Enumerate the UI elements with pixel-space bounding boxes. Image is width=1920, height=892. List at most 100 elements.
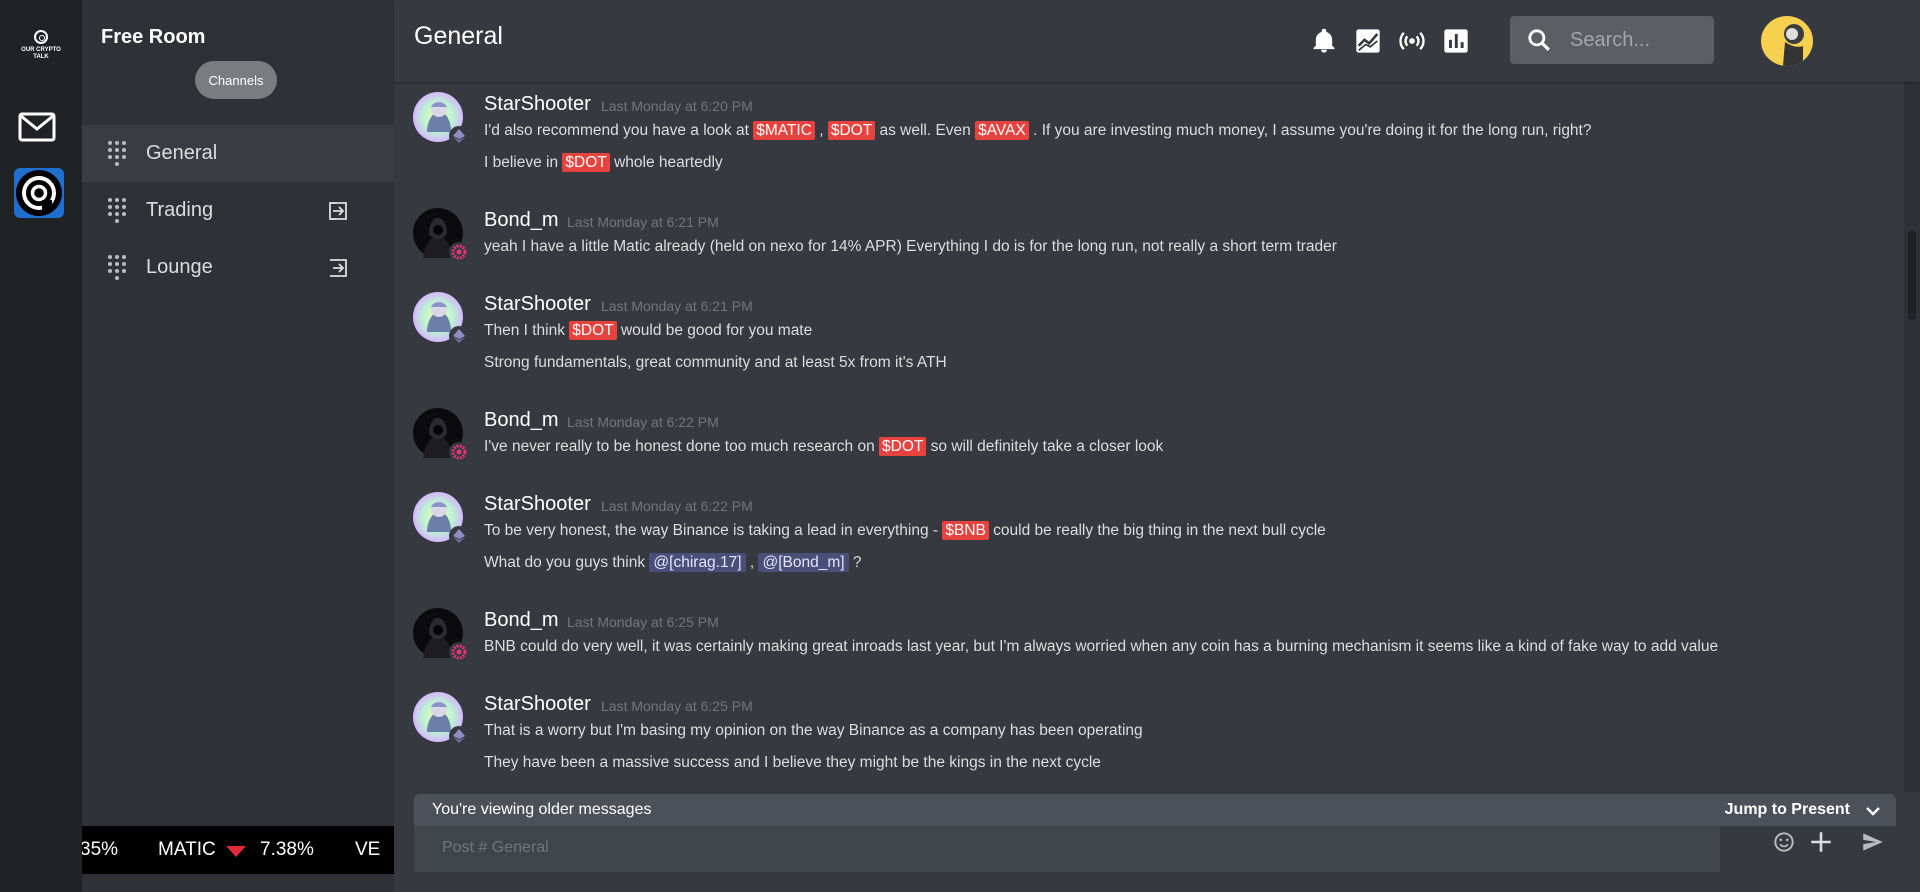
ethereum-badge-icon xyxy=(449,526,469,546)
grip-icon xyxy=(108,140,126,166)
message-text: They have been a massive success and I b… xyxy=(484,754,1101,771)
server-rail: OUR CRYPTO TALK xyxy=(0,0,82,892)
message-item: StarShooter Last Monday at 6:20 PM I'd a… xyxy=(394,82,1904,172)
coin-tag[interactable]: $DOT xyxy=(562,153,610,172)
app-logo-text: OUR CRYPTO TALK xyxy=(21,47,61,60)
message-text: yeah I have a little Matic already (held… xyxy=(484,238,1337,255)
avatar[interactable] xyxy=(413,292,469,346)
message-line: I've never really to be honest done too … xyxy=(484,437,1163,456)
message-timestamp: Last Monday at 6:20 PM xyxy=(601,98,753,114)
message-author[interactable]: Bond_m xyxy=(484,209,559,232)
broadcast-icon[interactable] xyxy=(1398,27,1426,55)
message-scrollbar[interactable] xyxy=(1904,82,1920,792)
price-ticker: 35% MATIC 7.38% VE xyxy=(82,826,394,874)
bell-icon[interactable] xyxy=(1310,27,1338,55)
avatar[interactable] xyxy=(413,92,469,146)
ticker-change: 7.38% xyxy=(260,839,314,860)
message-item: StarShooter Last Monday at 6:25 PM That … xyxy=(394,682,1904,782)
message-timestamp: Last Monday at 6:25 PM xyxy=(601,698,753,714)
message-item: Bond_m Last Monday at 6:22 PM I've never… xyxy=(394,398,1904,468)
grip-icon xyxy=(108,254,126,280)
message-author[interactable]: StarShooter xyxy=(484,493,591,516)
gear-badge-icon xyxy=(449,442,469,462)
coin-tag[interactable]: $DOT xyxy=(879,437,927,456)
user-mention[interactable]: @[chirag.17] xyxy=(649,553,746,572)
join-channel-icon[interactable] xyxy=(326,199,350,223)
avatar[interactable] xyxy=(413,692,469,746)
channel-name: Trading xyxy=(146,199,214,221)
avatar[interactable] xyxy=(413,492,469,546)
message-text: BNB could do very well, it was certainly… xyxy=(484,638,1719,655)
bar-chart-icon[interactable] xyxy=(1442,27,1470,55)
message-text: I've never really to be honest done too … xyxy=(484,438,880,455)
search-box[interactable]: Search... xyxy=(1510,16,1714,64)
emoji-icon[interactable] xyxy=(1771,829,1797,855)
message-composer[interactable]: Post # General xyxy=(414,826,1720,872)
message-text: ? xyxy=(848,554,862,571)
channels-tooltip: Channels xyxy=(195,61,277,99)
chart-line-icon[interactable] xyxy=(1354,27,1382,55)
message-timestamp: Last Monday at 6:25 PM xyxy=(567,614,719,630)
join-channel-icon[interactable] xyxy=(326,256,350,280)
add-attachment-icon[interactable] xyxy=(1808,829,1834,855)
message-item: StarShooter Last Monday at 6:22 PM To be… xyxy=(394,482,1904,572)
coin-tag[interactable]: $AVAX xyxy=(975,121,1029,140)
mail-icon[interactable] xyxy=(18,112,56,142)
message-input[interactable]: Post # General xyxy=(442,839,549,857)
ethereum-badge-icon xyxy=(449,326,469,346)
avatar[interactable] xyxy=(413,208,469,262)
message-item: Bond_m Last Monday at 6:25 PM BNB could … xyxy=(394,598,1904,668)
server-icon-crypto[interactable] xyxy=(14,168,64,218)
app-logo[interactable]: OUR CRYPTO TALK xyxy=(20,30,62,61)
message-timestamp: Last Monday at 6:22 PM xyxy=(601,498,753,514)
channel-header: General Search... xyxy=(394,0,1920,82)
coin-tag[interactable]: $DOT xyxy=(827,121,876,140)
search-input[interactable]: Search... xyxy=(1570,29,1650,52)
search-icon xyxy=(1528,29,1550,51)
message-item: StarShooter Last Monday at 6:21 PM Then … xyxy=(394,282,1904,372)
ticker-symbol: MATIC xyxy=(158,839,216,860)
message-text: What do you guys think xyxy=(484,554,650,571)
message-author[interactable]: Bond_m xyxy=(484,609,559,632)
channel-item-general[interactable]: General xyxy=(82,125,394,182)
channel-name: Lounge xyxy=(146,256,213,278)
room-title: Free Room xyxy=(101,26,206,48)
user-avatar[interactable] xyxy=(1761,16,1813,66)
message-text: That is a worry but I'm basing my opinio… xyxy=(484,722,1143,739)
channel-sidebar: Free Room Channels General Trading Loung xyxy=(82,0,394,892)
ethereum-badge-icon xyxy=(449,126,469,146)
scrollbar-thumb[interactable] xyxy=(1908,230,1916,320)
message-line: What do you guys think @[chirag.17] , @[… xyxy=(484,553,862,572)
message-line: They have been a massive success and I b… xyxy=(484,754,1101,772)
coin-tag[interactable]: $MATIC xyxy=(753,121,815,140)
avatar[interactable] xyxy=(413,608,469,662)
message-author[interactable]: StarShooter xyxy=(484,93,591,116)
chevron-down-icon[interactable] xyxy=(1864,802,1882,820)
message-line: To be very honest, the way Binance is ta… xyxy=(484,521,1326,540)
send-icon[interactable] xyxy=(1860,829,1886,855)
message-author[interactable]: Bond_m xyxy=(484,409,559,432)
coin-tag[interactable]: $DOT xyxy=(569,321,617,340)
message-line: yeah I have a little Matic already (held… xyxy=(484,238,1337,256)
coin-tag[interactable]: $BNB xyxy=(942,521,989,540)
message-text: To be very honest, the way Binance is ta… xyxy=(484,522,943,539)
message-author[interactable]: StarShooter xyxy=(484,293,591,316)
channel-item-trading[interactable]: Trading xyxy=(82,182,394,239)
gear-badge-icon xyxy=(449,642,469,662)
jump-to-present-button[interactable]: Jump to Present xyxy=(1725,801,1850,819)
user-mention[interactable]: @[Bond_m] xyxy=(758,553,849,572)
message-timestamp: Last Monday at 6:22 PM xyxy=(567,414,719,430)
message-text: would be good for you mate xyxy=(616,322,813,339)
channel-name: General xyxy=(146,142,218,164)
down-arrow-icon xyxy=(226,846,246,857)
message-line: Strong fundamentals, great community and… xyxy=(484,354,947,372)
message-text: . If you are investing much money, I ass… xyxy=(1028,122,1592,139)
message-author[interactable]: StarShooter xyxy=(484,693,591,716)
message-line: BNB could do very well, it was certainly… xyxy=(484,638,1718,656)
message-item: Bond_m Last Monday at 6:21 PM yeah I hav… xyxy=(394,198,1904,268)
avatar-image xyxy=(1783,24,1804,66)
message-line: That is a worry but I'm basing my opinio… xyxy=(484,722,1143,740)
avatar[interactable] xyxy=(413,408,469,462)
message-text: as well. Even xyxy=(875,122,976,139)
channel-item-lounge[interactable]: Lounge xyxy=(82,239,394,296)
